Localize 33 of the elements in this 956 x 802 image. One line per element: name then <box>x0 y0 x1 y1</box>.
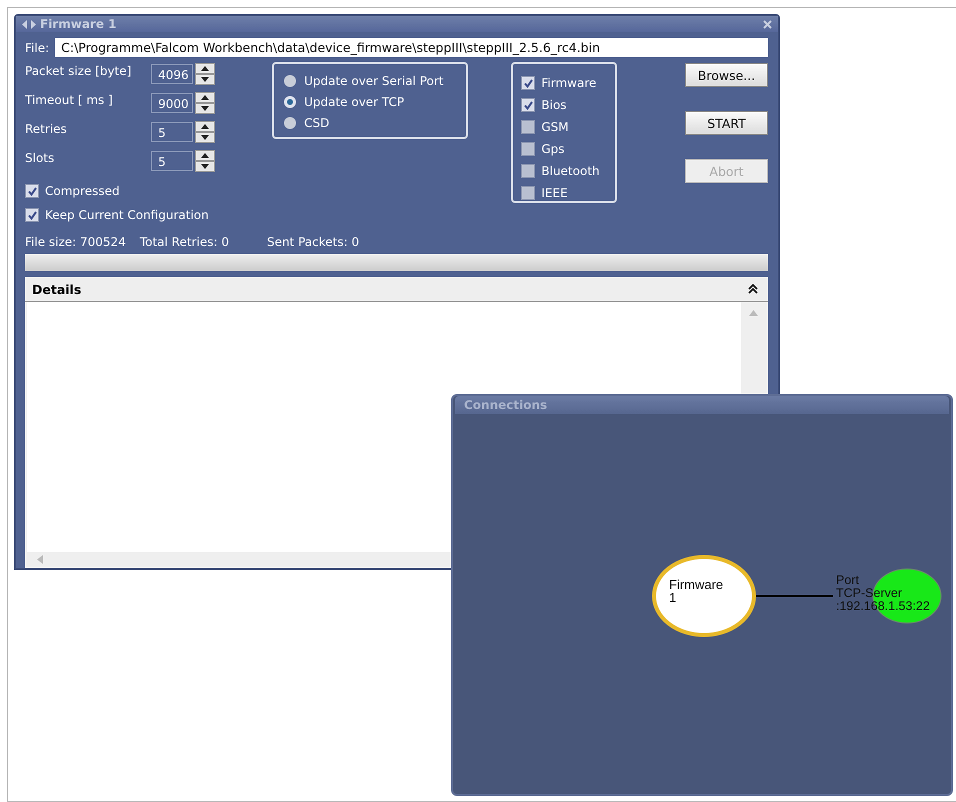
action-button[interactable]: Browse... <box>685 63 768 87</box>
status-text: File size: 700524 <box>25 235 126 249</box>
close-icon[interactable] <box>763 20 772 28</box>
spinner-label: Retries <box>25 121 67 136</box>
component-checkbox[interactable]: Bios <box>521 94 615 116</box>
window-title: Firmware 1 <box>40 17 118 31</box>
component-checkbox[interactable]: Firmware <box>521 72 615 94</box>
file-label: File: <box>25 40 50 54</box>
window-title: Connections <box>464 398 548 412</box>
nav-arrows-icon[interactable] <box>22 20 36 28</box>
check-icon <box>26 210 38 220</box>
check-icon <box>26 186 38 196</box>
collapse-icon[interactable] <box>748 284 758 294</box>
status-text: Sent Packets: 0 <box>266 235 360 249</box>
update-mode-radio[interactable]: Update over Serial Port <box>284 72 458 89</box>
component-checkbox[interactable]: Bluetooth <box>521 160 615 182</box>
component-checkbox[interactable]: IEEE <box>521 182 615 204</box>
module-node[interactable] <box>652 555 756 637</box>
option-checkbox[interactable]: Keep Current Configuration <box>25 203 256 227</box>
component-checkbox[interactable]: GSM <box>521 116 615 138</box>
check-icon <box>522 100 534 110</box>
update-mode-radio[interactable]: CSD <box>284 114 458 131</box>
action-button[interactable]: START <box>685 111 768 135</box>
spinner-label: Timeout [ ms ] <box>25 92 113 107</box>
file-path-field[interactable]: C:\Programme\Falcom Workbench\data\device_firmware\steppIII\steppIII_2.5.6_rc4.bin <box>55 38 768 57</box>
option-checkbox[interactable]: Compressed <box>25 179 256 203</box>
check-icon <box>522 78 534 88</box>
status-text: Total Retries: 0 <box>140 235 229 249</box>
node-label: Firmware 1 <box>669 577 724 605</box>
spinner-label: Slots <box>25 150 54 165</box>
spinner-label: Packet size [byte] <box>25 63 132 78</box>
update-mode-radio[interactable]: Update over TCP <box>284 93 458 110</box>
component-checkbox[interactable]: Gps <box>521 138 615 160</box>
